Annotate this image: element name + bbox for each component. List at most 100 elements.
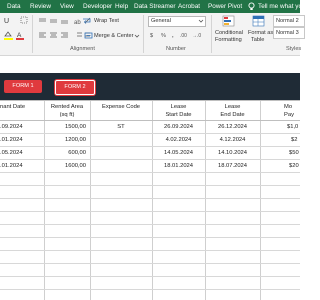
svg-text:U: U [4,18,9,24]
font-color-icon[interactable]: A [16,31,28,40]
row-divider [0,289,300,290]
styles-group-label: Styles [286,46,302,52]
cell-tenant-date[interactable]: .01.2024 [0,162,23,170]
style-normal-3[interactable]: Normal 3 [273,27,305,39]
row-divider [0,146,300,147]
format-as-table-icon [252,15,265,27]
row-divider [0,250,300,251]
style-normal-2[interactable]: Normal 2 [273,15,305,27]
spreadsheet-grid: nant Date Rented Area (sq ft) Expense Co… [0,100,300,300]
cell-rented-area[interactable]: 1600,00 [48,162,86,170]
format-as-table-label-2[interactable]: Table [251,36,264,44]
horizontal-align-icons[interactable] [38,31,80,39]
tab-data-streamer[interactable]: Data Streamer [134,2,176,11]
chevron-down-icon [198,19,204,23]
row-divider [0,237,300,238]
row-divider [0,120,300,121]
ribbon-tab-bar: Data Review View Developer Help Data Str… [0,0,306,13]
tab-view[interactable]: View [60,2,74,11]
cell-lease-end[interactable]: 4.12.2024 [205,136,260,144]
row-divider [0,133,300,134]
header-rented-area: Rented Area (sq ft) [44,103,90,119]
row-divider [0,185,300,186]
header-lease-end: Lease End Date [205,103,260,119]
header-line-1: Expense Code [101,104,141,110]
style-normal-3-label: Normal 3 [276,30,299,36]
cell-monthly-payment[interactable]: $2 [291,136,297,144]
tab-developer[interactable]: Developer [83,2,112,11]
header-line-2: End Date [220,112,245,118]
row-divider [0,198,300,199]
underline-icon[interactable]: U [4,16,18,24]
increase-decimal-button[interactable]: .00 [180,32,187,40]
currency-format-button[interactable]: $ [150,32,153,40]
column-divider [260,100,261,300]
separator [143,15,144,53]
cell-tenant-date[interactable]: .01.2024 [0,136,23,144]
tell-me-search[interactable]: Tell me what you [258,2,306,11]
cell-expense-code[interactable]: ST [90,123,152,131]
cell-lease-start[interactable]: 14.05.2024 [152,149,205,157]
cell-tenant-date[interactable]: .05.2024 [0,149,23,157]
cell-lease-end[interactable]: 18.07.2024 [205,162,260,170]
header-tenant-date: nant Date [0,103,44,111]
tab-help[interactable]: Help [115,2,128,11]
cell-lease-start[interactable]: 26.09.2024 [152,123,205,131]
cell-monthly-payment[interactable]: $1,0 [287,123,298,131]
cell-lease-end[interactable]: 26.12.2024 [205,123,260,131]
separator [211,15,212,53]
header-line-2: (sq ft) [59,112,75,118]
comma-format-button[interactable]: , [172,32,174,40]
row-divider [0,159,300,160]
wrap-text-icon [83,18,91,24]
header-line-2: Pay [284,112,294,118]
cell-rented-area[interactable]: 1500,00 [48,123,86,131]
row-divider [0,224,300,225]
header-lease-start: Lease Start Date [152,103,205,119]
dashboard-band [0,73,300,100]
cell-rented-area[interactable]: 1200,00 [48,136,86,144]
cell-lease-start[interactable]: 18.01.2024 [152,162,205,170]
number-format-value: General [151,18,171,24]
form2-button[interactable]: FORM 2 [55,80,95,95]
row-divider [0,172,300,173]
row-divider [0,100,300,101]
svg-text:A: A [17,32,22,39]
svg-text:ab: ab [74,20,81,25]
tab-data[interactable]: Data [7,2,21,11]
header-expense-code: Expense Code [90,103,152,111]
merge-center-button[interactable]: Merge & Center [94,32,133,40]
cell-rented-area[interactable]: 600,00 [48,149,86,157]
header-line-1: Lease [224,104,241,110]
separator [32,15,33,53]
tab-power-pivot[interactable]: Power Pivot [208,2,242,11]
header-line-2: Start Date [165,112,192,118]
vertical-align-icons[interactable] [38,17,78,25]
cell-monthly-payment[interactable]: $20 [289,162,299,170]
percent-format-button[interactable]: % [161,32,166,40]
header-line-1: Lease [170,104,187,110]
lightbulb-icon [248,2,255,10]
conditional-formatting-label-2[interactable]: Formatting [215,36,242,44]
row-divider [0,211,300,212]
number-group-label: Number [166,46,186,52]
chevron-down-icon[interactable] [134,34,140,39]
conditional-formatting-icon [222,15,235,27]
decrease-decimal-button[interactable]: →.0 [192,32,201,40]
form1-button[interactable]: FORM 1 [4,80,42,93]
header-line-1: Rented Area [50,104,84,110]
tab-acrobat[interactable]: Acrobat [178,2,200,11]
header-line-1: Mo [284,104,293,110]
style-normal-2-label: Normal 2 [276,18,299,24]
wrap-text-button[interactable]: Wrap Text [94,17,119,25]
header-monthly-payment: Mo Pay [284,103,300,119]
cell-monthly-payment[interactable]: $50 [289,149,299,157]
tab-review[interactable]: Review [30,2,51,11]
column-divider [44,100,45,300]
cell-tenant-date[interactable]: .09.2024 [0,123,23,131]
number-format-dropdown[interactable]: General [148,16,206,27]
merge-center-icon [84,32,93,39]
header-line-1: nant Date [0,104,26,110]
cell-lease-start[interactable]: 4.02.2024 [152,136,205,144]
cell-lease-end[interactable]: 14.10.2024 [205,149,260,157]
